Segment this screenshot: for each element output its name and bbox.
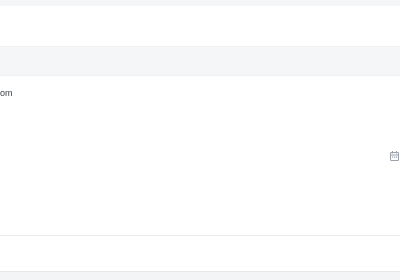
bottom-panel-edge <box>0 271 400 280</box>
section-header-band <box>0 46 400 76</box>
email-value: om <box>0 88 13 98</box>
app-viewport: om <box>0 0 400 280</box>
calendar-icon[interactable] <box>390 151 399 161</box>
top-toolbar-strip <box>0 0 400 6</box>
section-divider <box>0 235 400 236</box>
